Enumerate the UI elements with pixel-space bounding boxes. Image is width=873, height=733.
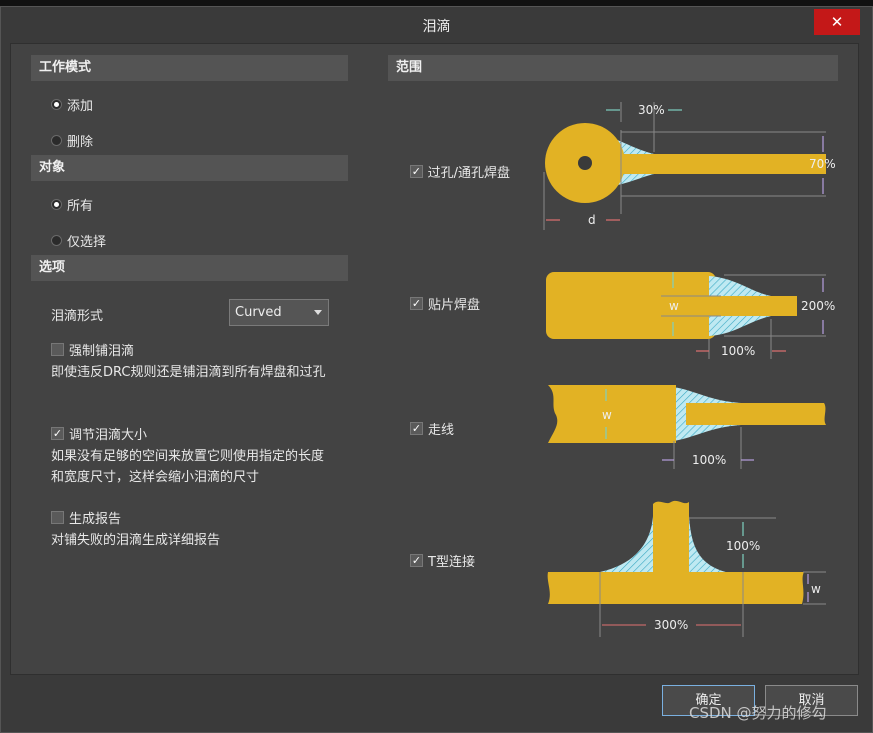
scope-smd-checkbox[interactable]: ✓ 贴片焊盘 xyxy=(410,294,480,313)
radio-add-label: 添加 xyxy=(67,99,94,114)
scope-track-checkbox[interactable]: ✓ 走线 xyxy=(410,419,454,438)
scope-via-check-box[interactable]: ✓ xyxy=(410,165,423,178)
report-checkbox[interactable]: 生成报告 xyxy=(51,508,121,527)
via-bottom-dim-label: d xyxy=(588,213,596,227)
t-horizontal-track xyxy=(547,572,804,604)
t-vertical-track xyxy=(653,500,689,572)
scope-t-junction-check-box[interactable]: ✓ xyxy=(410,554,423,567)
report-check-box[interactable] xyxy=(51,511,64,524)
via-right-dim-label: 70% xyxy=(809,157,836,171)
via-teardrop-diagram: 30% 70% d xyxy=(543,102,836,230)
track-w-label: w xyxy=(602,408,612,422)
radio-delete-label: 删除 xyxy=(67,135,94,150)
radio-all-indicator[interactable] xyxy=(51,199,62,210)
radio-all[interactable]: 所有 xyxy=(51,195,93,214)
csdn-watermark: CSDN @努力的修勾 xyxy=(689,704,827,722)
radio-selected-only-indicator[interactable] xyxy=(51,235,62,246)
scope-heading: 范围 xyxy=(388,55,838,81)
content-panel: 工作模式 添加 删除 对象 所有 仅选择 选项 泪滴形式 Curved 强制铺泪… xyxy=(10,43,859,675)
adjust-size-checkbox[interactable]: ✓ 调节泪滴大小 xyxy=(51,424,147,443)
smd-teardrop-diagram: w 200% 100% xyxy=(546,272,835,359)
close-button[interactable]: ✕ xyxy=(814,9,860,35)
teardrop-dialog: 泪滴 ✕ 工作模式 添加 删除 对象 所有 仅选择 选项 泪滴形式 Curved xyxy=(0,6,873,733)
force-teardrop-label: 强制铺泪滴 xyxy=(69,344,135,359)
radio-selected-only-label: 仅选择 xyxy=(67,235,107,250)
style-label: 泪滴形式 xyxy=(51,309,104,324)
report-label: 生成报告 xyxy=(69,512,122,527)
radio-add[interactable]: 添加 xyxy=(51,95,93,114)
scope-via-label: 过孔/通孔焊盘 xyxy=(427,166,510,181)
scope-t-junction-label: T型连接 xyxy=(428,555,475,570)
dialog-title: 泪滴 xyxy=(422,19,451,35)
t-junction-teardrop-diagram: 100% w 300% xyxy=(547,500,826,637)
scope-via-checkbox[interactable]: ✓ 过孔/通孔焊盘 xyxy=(410,162,510,181)
radio-add-indicator[interactable] xyxy=(51,99,62,110)
smd-track xyxy=(662,296,797,316)
radio-selected-only[interactable]: 仅选择 xyxy=(51,231,106,250)
title-bar: 泪滴 ✕ xyxy=(1,7,872,39)
smd-w-label: w xyxy=(669,299,679,313)
scope-t-junction-checkbox[interactable]: ✓ T型连接 xyxy=(410,551,475,570)
track-bottom-dim-label: 100% xyxy=(692,453,726,467)
radio-delete[interactable]: 删除 xyxy=(51,131,93,150)
via-hole xyxy=(578,156,592,170)
scope-smd-check-box[interactable]: ✓ xyxy=(410,297,423,310)
smd-bottom-dim-label: 100% xyxy=(721,344,755,358)
smd-right-dim-label: 200% xyxy=(801,299,835,313)
adjust-size-description: 如果没有足够的空间来放置它则使用指定的长度和宽度尺寸，这样会缩小泪滴的尺寸 xyxy=(51,449,325,485)
chevron-down-icon xyxy=(314,310,322,315)
adjust-size-label: 调节泪滴大小 xyxy=(69,428,148,443)
report-description: 对铺失败的泪滴生成详细报告 xyxy=(51,533,221,548)
scope-smd-label: 贴片焊盘 xyxy=(428,298,481,313)
work-mode-heading: 工作模式 xyxy=(31,55,348,81)
radio-delete-indicator[interactable] xyxy=(51,135,62,146)
track-wide-segment xyxy=(548,385,676,443)
t-w-label: w xyxy=(811,582,821,596)
style-select[interactable]: Curved xyxy=(229,299,329,326)
force-teardrop-description: 即使违反DRC规则还是铺泪滴到所有焊盘和过孔 xyxy=(51,365,326,380)
scope-track-check-box[interactable]: ✓ xyxy=(410,422,423,435)
scope-track-label: 走线 xyxy=(428,423,455,438)
force-teardrop-check-box[interactable] xyxy=(51,343,64,356)
via-track xyxy=(621,154,826,174)
track-teardrop-diagram: w 100% xyxy=(548,385,826,469)
via-top-dim-label: 30% xyxy=(638,103,665,117)
track-narrow-segment xyxy=(686,403,826,425)
style-select-value: Curved xyxy=(235,305,282,320)
force-teardrop-checkbox[interactable]: 强制铺泪滴 xyxy=(51,340,134,359)
adjust-size-check-box[interactable]: ✓ xyxy=(51,427,64,440)
target-heading: 对象 xyxy=(31,155,348,181)
t-right-dim-label: 100% xyxy=(726,539,760,553)
options-heading: 选项 xyxy=(31,255,348,281)
t-bottom-dim-label: 300% xyxy=(654,618,688,632)
radio-all-label: 所有 xyxy=(67,199,94,214)
